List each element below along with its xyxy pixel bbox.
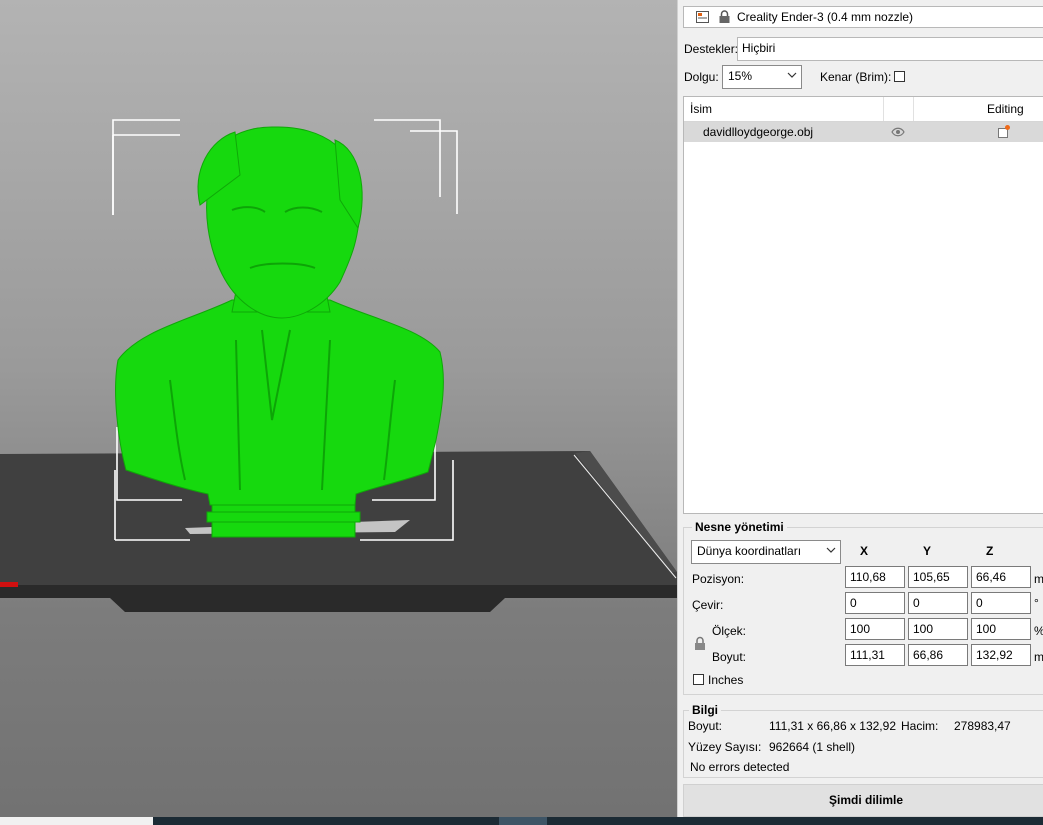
infill-label: Dolgu:	[684, 70, 719, 84]
taskbar-active-app[interactable]	[499, 817, 547, 825]
inches-checkbox[interactable]	[693, 674, 704, 685]
column-name[interactable]: İsim	[690, 102, 712, 116]
info-facets-label: Yüzey Sayısı:	[688, 740, 762, 754]
size-z-input[interactable]: 132,92	[971, 644, 1031, 666]
coordinate-system-combo[interactable]: Dünya koordinatları	[691, 540, 841, 564]
infill-combo[interactable]: 15%	[722, 65, 802, 89]
settings-panel: Creality Ender-3 (0.4 mm nozzle) Destekl…	[677, 0, 1043, 817]
rotation-z-input[interactable]: 0	[971, 592, 1031, 614]
size-y-input[interactable]: 66,86	[908, 644, 968, 666]
chevron-down-icon	[826, 547, 836, 553]
info-size-label: Boyut:	[688, 719, 723, 733]
scale-z-input[interactable]: 100	[971, 618, 1031, 640]
slice-now-button[interactable]: Şimdi dilimle	[683, 784, 1043, 817]
size-x-input[interactable]: 111,31	[845, 644, 905, 666]
object-row[interactable]: davidlloydgeorge.obj	[684, 122, 1043, 142]
object-manipulation-title: Nesne yönetimi	[692, 520, 787, 534]
model-bust	[115, 126, 444, 538]
rotation-label: Çevir:	[692, 598, 724, 612]
position-z-input[interactable]: 66,46	[971, 566, 1031, 588]
scene-canvas	[0, 119, 677, 612]
axis-y-label: Y	[923, 544, 932, 558]
info-facets-value: 962664 (1 shell)	[769, 740, 856, 754]
axis-z-label: Z	[986, 544, 994, 558]
printer-selector[interactable]: Creality Ender-3 (0.4 mm nozzle)	[683, 6, 1043, 28]
scale-label: Ölçek:	[712, 624, 747, 638]
info-volume-value: 278983,47	[954, 719, 1011, 733]
eye-icon[interactable]	[891, 127, 905, 137]
position-unit: m	[1034, 572, 1043, 586]
position-x-input[interactable]: 110,68	[845, 566, 905, 588]
scale-x-input[interactable]: 100	[845, 618, 905, 640]
info-title: Bilgi	[689, 703, 721, 717]
supports-value: Hiçbiri	[742, 41, 776, 55]
column-editing[interactable]: Editing	[987, 102, 1024, 116]
info-volume-label: Hacim:	[901, 719, 939, 733]
scale-unit: %	[1034, 624, 1043, 638]
scale-y-input[interactable]: 100	[908, 618, 968, 640]
infill-value: 15%	[728, 69, 753, 83]
printer-color-icon	[696, 11, 709, 23]
axis-x-label: X	[860, 544, 869, 558]
info-errors: No errors detected	[690, 760, 790, 774]
supports-combo[interactable]: Hiçbiri	[737, 37, 1043, 61]
supports-label: Destekler:	[684, 42, 739, 56]
brim-checkbox[interactable]	[894, 71, 905, 82]
position-label: Pozisyon:	[692, 572, 745, 586]
brim-label: Kenar (Brim):	[820, 70, 892, 84]
bed-underside	[0, 585, 677, 612]
rotation-unit: °	[1034, 596, 1039, 610]
edit-object-icon[interactable]	[997, 124, 1011, 139]
rotation-y-input[interactable]: 0	[908, 592, 968, 614]
object-list-header: İsim Editing	[684, 97, 1043, 122]
size-unit: m	[1034, 650, 1043, 664]
object-list[interactable]: İsim Editing davidlloydgeorge.obj	[683, 96, 1043, 514]
lock-icon[interactable]	[694, 636, 706, 651]
info-size-value: 111,31 x 66,86 x 132,92	[769, 719, 896, 733]
3d-viewport[interactable]	[0, 0, 677, 817]
chevron-down-icon	[787, 72, 797, 78]
lock-icon[interactable]	[718, 10, 731, 24]
taskbar	[0, 817, 1043, 825]
printer-name: Creality Ender-3 (0.4 mm nozzle)	[737, 10, 914, 24]
rotation-x-input[interactable]: 0	[845, 592, 905, 614]
position-y-input[interactable]: 105,65	[908, 566, 968, 588]
origin-marker	[0, 582, 18, 587]
coordinate-system-value: Dünya koordinatları	[697, 544, 802, 558]
object-name: davidlloydgeorge.obj	[703, 125, 814, 139]
size-label: Boyut:	[712, 650, 747, 664]
inches-label: Inches	[708, 673, 744, 687]
